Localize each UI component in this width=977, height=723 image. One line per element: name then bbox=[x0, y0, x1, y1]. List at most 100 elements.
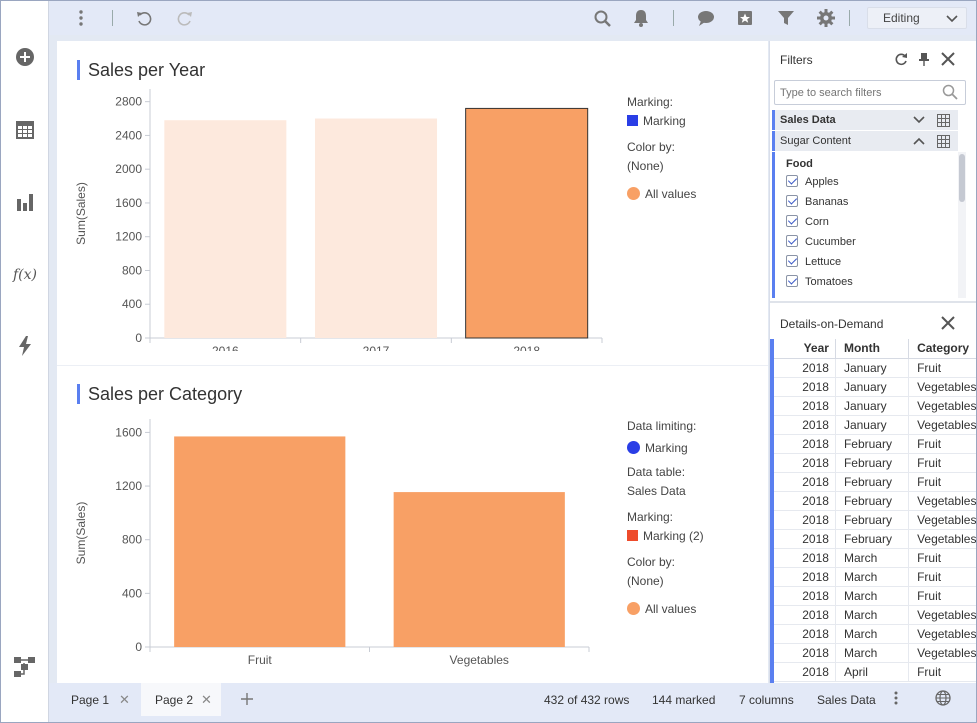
filter-item[interactable]: Corn bbox=[786, 215, 829, 231]
pin-icon[interactable] bbox=[915, 50, 933, 68]
legend-datalimit-item[interactable]: Marking bbox=[627, 441, 688, 455]
table-row[interactable]: 2018 February Fruit bbox=[774, 472, 976, 492]
legend-colorby-value[interactable]: (None) bbox=[627, 159, 664, 173]
table-row[interactable]: 2018 January Fruit bbox=[774, 358, 976, 378]
filter-group-sales-data[interactable]: Sales Data bbox=[772, 110, 958, 130]
checkbox-checked-icon[interactable] bbox=[786, 275, 798, 287]
filter-icon[interactable] bbox=[776, 8, 796, 28]
redo-icon[interactable] bbox=[175, 8, 195, 28]
legend-colorby-value[interactable]: (None) bbox=[627, 574, 664, 588]
table-grid-icon[interactable] bbox=[935, 112, 951, 128]
month-cell: January bbox=[835, 358, 910, 378]
filter-item[interactable]: Cucumber bbox=[786, 235, 856, 251]
checkbox-checked-icon[interactable] bbox=[786, 175, 798, 187]
function-icon[interactable]: f(x) bbox=[1, 258, 49, 290]
comments-icon[interactable] bbox=[696, 8, 716, 28]
filter-group-sugar-content[interactable]: Sugar Content bbox=[772, 131, 958, 151]
details-on-demand-table[interactable]: Year Month Category 2018 January Fruit 2018… bbox=[770, 339, 976, 683]
legend-datalimit-heading: Data limiting: bbox=[627, 419, 697, 433]
filter-item[interactable]: Tomatoes bbox=[786, 275, 853, 291]
sales-per-category-chart[interactable]: 040080012001600FruitVegetablesCategorySu… bbox=[57, 411, 617, 679]
legend-allvalues-item[interactable]: All values bbox=[627, 187, 696, 201]
hierarchy-icon[interactable] bbox=[1, 651, 49, 683]
viz-divider bbox=[57, 365, 768, 366]
globe-icon[interactable] bbox=[935, 690, 951, 709]
table-row[interactable]: 2018 March Vegetables bbox=[774, 643, 976, 663]
bar-vegetables[interactable] bbox=[393, 492, 565, 647]
table-row[interactable]: 2018 March Fruit bbox=[774, 586, 976, 606]
table-row[interactable]: 2018 March Fruit bbox=[774, 548, 976, 568]
legend-allvalues-label: All values bbox=[645, 187, 697, 201]
data-table-icon[interactable] bbox=[1, 114, 49, 146]
app-window: f(x) Editing Sales per Year 0 400 800 12… bbox=[0, 0, 977, 723]
filter-item[interactable]: Lettuce bbox=[786, 255, 841, 271]
more-vertical-icon[interactable] bbox=[71, 8, 91, 28]
table-row[interactable]: 2018 January Vegetables bbox=[774, 415, 976, 435]
add-page-icon[interactable] bbox=[231, 683, 261, 716]
bar-2016[interactable] bbox=[164, 120, 287, 339]
column-header-year[interactable]: Year bbox=[774, 339, 836, 359]
reset-filters-icon[interactable] bbox=[892, 50, 910, 68]
filter-item[interactable]: Apples bbox=[786, 175, 839, 191]
close-tab-icon[interactable]: ✕ bbox=[119, 692, 130, 708]
search-icon[interactable] bbox=[592, 8, 612, 28]
food-filter-heading: Food bbox=[786, 158, 813, 170]
month-cell: March bbox=[835, 624, 910, 644]
legend-marking-item[interactable]: Marking bbox=[627, 114, 686, 128]
checkbox-checked-icon[interactable] bbox=[786, 235, 798, 247]
checkbox-checked-icon[interactable] bbox=[786, 255, 798, 267]
table-row[interactable]: 2018 January Vegetables bbox=[774, 377, 976, 397]
table-row[interactable]: 2018 March Vegetables bbox=[774, 605, 976, 625]
table-row[interactable]: 2018 February Vegetables bbox=[774, 510, 976, 530]
mode-select[interactable]: Editing bbox=[867, 7, 967, 29]
table-row[interactable]: 2018 March Fruit bbox=[774, 567, 976, 587]
tab-page-1[interactable]: Page 1 ✕ bbox=[57, 683, 137, 716]
table-row[interactable]: 2018 February Vegetables bbox=[774, 491, 976, 511]
bookmark-icon[interactable] bbox=[735, 8, 755, 28]
add-data-icon[interactable] bbox=[1, 41, 49, 73]
rows-status: 432 of 432 rows bbox=[544, 693, 630, 707]
close-tab-icon[interactable]: ✕ bbox=[201, 692, 212, 708]
bar-fruit[interactable] bbox=[174, 436, 346, 647]
tab-page-2[interactable]: Page 2 ✕ bbox=[141, 683, 221, 716]
table-row[interactable]: 2018 February Fruit bbox=[774, 453, 976, 473]
bar-2017[interactable] bbox=[314, 118, 438, 338]
sales-per-year-chart[interactable]: 040080012001600200024002800201620172018Y… bbox=[57, 81, 617, 351]
more-vertical-icon[interactable] bbox=[894, 691, 898, 708]
legend-allvalues-item[interactable]: All values bbox=[627, 602, 696, 616]
table-row[interactable]: 2018 February Fruit bbox=[774, 434, 976, 454]
table-row[interactable]: 2018 February Vegetables bbox=[774, 529, 976, 549]
month-cell: March bbox=[835, 643, 910, 663]
visualizations-icon[interactable] bbox=[1, 186, 49, 218]
legend-colorby-heading: Color by: bbox=[627, 555, 676, 569]
column-header-category[interactable]: Category bbox=[908, 339, 976, 359]
lightning-icon[interactable] bbox=[1, 330, 49, 362]
filter-scrollbar-thumb[interactable] bbox=[959, 154, 965, 202]
category-cell: Vegetables bbox=[908, 396, 976, 416]
chevron-down-icon[interactable] bbox=[911, 112, 927, 128]
table-row[interactable]: 2018 January Vegetables bbox=[774, 396, 976, 416]
notifications-bell-icon[interactable] bbox=[631, 8, 651, 28]
filter-item-label: Cucumber bbox=[805, 236, 856, 248]
filter-scrollbar[interactable] bbox=[958, 152, 966, 298]
close-dod-icon[interactable] bbox=[939, 314, 957, 332]
checkbox-checked-icon[interactable] bbox=[786, 195, 798, 207]
year-cell: 2018 bbox=[774, 453, 836, 473]
undo-icon[interactable] bbox=[134, 8, 154, 28]
bar-2018[interactable] bbox=[465, 107, 589, 339]
data-table-status[interactable]: Sales Data bbox=[817, 693, 876, 707]
filter-item[interactable]: Bananas bbox=[786, 195, 848, 211]
settings-gear-icon[interactable] bbox=[816, 8, 836, 28]
x-tick-label: 2018 bbox=[513, 344, 540, 351]
checkbox-checked-icon[interactable] bbox=[786, 215, 798, 227]
bottom-status-bar: Page 1 ✕ Page 2 ✕ 432 of 432 rows 144 ma… bbox=[49, 683, 976, 722]
table-grid-icon[interactable] bbox=[935, 133, 951, 149]
legend-datatable-value[interactable]: Sales Data bbox=[627, 484, 686, 498]
legend-marking-item[interactable]: Marking (2) bbox=[627, 529, 704, 543]
filter-search-input[interactable] bbox=[774, 80, 966, 105]
table-row[interactable]: 2018 March Vegetables bbox=[774, 624, 976, 644]
chevron-up-icon[interactable] bbox=[911, 133, 927, 149]
table-row[interactable]: 2018 April Fruit bbox=[774, 662, 976, 682]
column-header-month[interactable]: Month bbox=[835, 339, 910, 359]
close-filters-icon[interactable] bbox=[939, 50, 957, 68]
